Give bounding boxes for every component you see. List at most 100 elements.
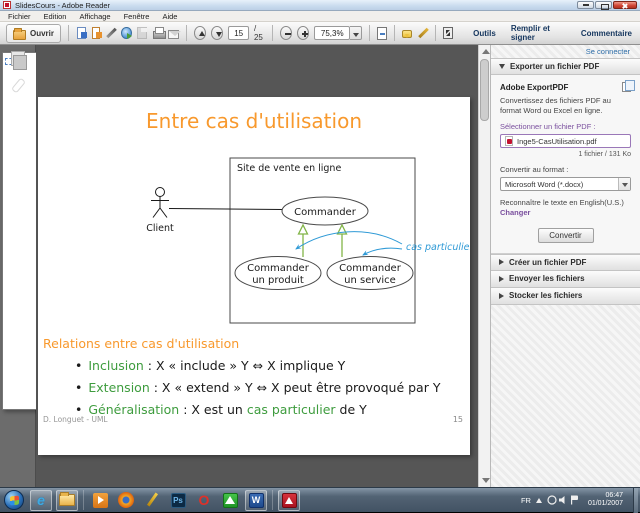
chevron-right-icon <box>499 276 504 282</box>
windows-taskbar: e Ps O W FR 06:47 01/01/2007 <box>0 487 640 512</box>
comment-tab[interactable]: Commentaire <box>581 29 632 38</box>
select-file-label: Sélectionner un fichier PDF : <box>500 122 631 131</box>
svg-text:Commander: Commander <box>339 263 402 274</box>
taskbar-clock[interactable]: 06:47 01/01/2007 <box>588 492 623 508</box>
association-line <box>169 209 283 210</box>
svg-text:Commander: Commander <box>294 207 357 218</box>
annotation-label: cas particuliers <box>406 242 470 253</box>
scroll-up-arrow[interactable] <box>482 49 490 54</box>
next-page-button[interactable] <box>211 26 223 40</box>
convert-to-pdf-icon[interactable] <box>77 27 86 39</box>
export-pdf-section-header[interactable]: Exporter un fichier PDF <box>491 58 640 75</box>
actor-client-label: Client <box>146 223 174 234</box>
menu-fichier[interactable]: Fichier <box>8 12 31 21</box>
zoom-out-button[interactable] <box>280 26 292 40</box>
menu-aide[interactable]: Aide <box>162 12 177 21</box>
previous-page-button[interactable] <box>194 26 206 40</box>
save-icon[interactable] <box>137 27 147 39</box>
scroll-down-arrow[interactable] <box>482 478 490 483</box>
taskbar-pen-tool[interactable] <box>141 490 163 511</box>
panel-filler <box>491 305 640 488</box>
export-pdf-icon[interactable] <box>92 27 101 39</box>
zoom-dropdown-caret[interactable] <box>350 26 362 40</box>
language-indicator[interactable]: FR <box>521 496 531 505</box>
tray-date: 01/01/2007 <box>588 500 623 508</box>
taskbar-media-player[interactable] <box>89 490 111 511</box>
menu-fenetre[interactable]: Fenêtre <box>124 12 150 21</box>
taskbar-opera[interactable]: O <box>193 490 215 511</box>
sign-in-link[interactable]: Se connecter <box>586 47 630 56</box>
svg-text:un service: un service <box>344 275 396 286</box>
toolbar: Ouvrir 15 / 25 75,3% Outils Remplir et s… <box>0 22 640 45</box>
use-case-diagram: Site de vente en ligne Client Commande <box>38 149 470 334</box>
change-language-link[interactable]: Changer <box>500 208 631 217</box>
vertical-scrollbar[interactable] <box>478 45 490 487</box>
word-icon: W <box>249 493 264 508</box>
menu-affichage[interactable]: Affichage <box>79 12 110 21</box>
create-pdf-section-header[interactable]: Créer un fichier PDF <box>491 254 640 271</box>
chevron-right-icon <box>499 259 504 265</box>
taskbar-firefox[interactable] <box>115 490 137 511</box>
ocr-language-label: Reconnaître le texte en English(U.S.) <box>500 198 631 208</box>
system-boundary-label: Site de vente en ligne <box>237 163 341 174</box>
slide-page-number: 15 <box>453 415 463 424</box>
bullet-extension: •Extension : X « extend » Y ⇔ X peut êtr… <box>75 380 470 402</box>
chevron-right-icon <box>499 293 504 299</box>
selected-pdf-file[interactable]: Inge5-CasUtilisation.pdf <box>500 134 631 148</box>
store-files-section-header[interactable]: Stocker les fichiers <box>491 288 640 305</box>
pages-copy-icon <box>622 82 631 92</box>
export-description: Convertissez des fichiers PDF au format … <box>500 96 631 115</box>
restore-button[interactable] <box>595 1 612 9</box>
comment-bubble-icon[interactable] <box>402 30 412 38</box>
menu-edition[interactable]: Edition <box>44 12 67 21</box>
email-icon[interactable] <box>168 30 179 39</box>
relations-block: Relations entre cas d'utilisation •Inclu… <box>38 336 470 424</box>
print-icon[interactable] <box>152 27 163 40</box>
close-button[interactable] <box>613 1 637 9</box>
taskbar-word[interactable]: W <box>245 490 267 511</box>
action-center-icon <box>548 496 556 504</box>
format-label: Convertir au format : <box>500 165 631 174</box>
sign-icon[interactable] <box>105 27 116 40</box>
highlight-icon[interactable] <box>417 27 428 40</box>
taskbar-windows-explorer[interactable] <box>56 490 78 511</box>
taskbar-green-app[interactable] <box>219 490 241 511</box>
fullscreen-icon[interactable] <box>443 27 453 39</box>
fit-width-icon[interactable] <box>377 27 387 40</box>
start-button[interactable] <box>4 490 24 510</box>
show-desktop-button[interactable] <box>633 488 638 513</box>
relations-heading: Relations entre cas d'utilisation <box>43 336 470 351</box>
fill-sign-tab[interactable]: Remplir et signer <box>511 24 566 42</box>
open-button[interactable]: Ouvrir <box>6 24 61 43</box>
pen-icon <box>144 492 160 508</box>
firefox-icon <box>118 492 134 508</box>
network-flag-icon <box>571 496 578 505</box>
minimize-button[interactable] <box>577 1 594 9</box>
document-area[interactable]: Entre cas d'utilisation Site de vente en… <box>36 45 478 487</box>
page-thumbnails-icon[interactable] <box>11 51 25 66</box>
convert-button[interactable]: Convertir <box>538 228 594 243</box>
svg-text:un produit: un produit <box>252 275 304 286</box>
taskbar-internet-explorer[interactable]: e <box>30 490 52 511</box>
taskbar-photoshop[interactable]: Ps <box>167 490 189 511</box>
page-number-input[interactable]: 15 <box>228 26 249 40</box>
volume-icon <box>559 496 565 504</box>
attachments-icon[interactable] <box>11 78 25 93</box>
send-files-section-header[interactable]: Envoyer les fichiers <box>491 271 640 288</box>
tools-tab[interactable]: Outils <box>473 29 496 38</box>
svg-text:Commander: Commander <box>247 263 310 274</box>
format-dropdown[interactable]: Microsoft Word (*.docx) <box>500 177 631 191</box>
taskbar-adobe-reader[interactable] <box>278 490 300 511</box>
adobe-reader-icon <box>282 493 297 508</box>
zoom-level-input[interactable]: 75,3% <box>314 26 350 40</box>
photoshop-icon: Ps <box>171 493 186 508</box>
share-online-icon[interactable] <box>121 27 131 39</box>
adobe-reader-window: SlidesCours - Adobe Reader Fichier Editi… <box>0 0 640 512</box>
zoom-in-button[interactable] <box>297 26 309 40</box>
export-brand: Adobe ExportPDF <box>500 83 568 92</box>
tray-time: 06:47 <box>588 492 623 500</box>
adobe-reader-app-icon <box>3 1 11 9</box>
show-hidden-icons-button[interactable] <box>536 498 542 503</box>
scrollbar-thumb[interactable] <box>480 59 489 121</box>
pdf-page: Entre cas d'utilisation Site de vente en… <box>38 97 470 455</box>
